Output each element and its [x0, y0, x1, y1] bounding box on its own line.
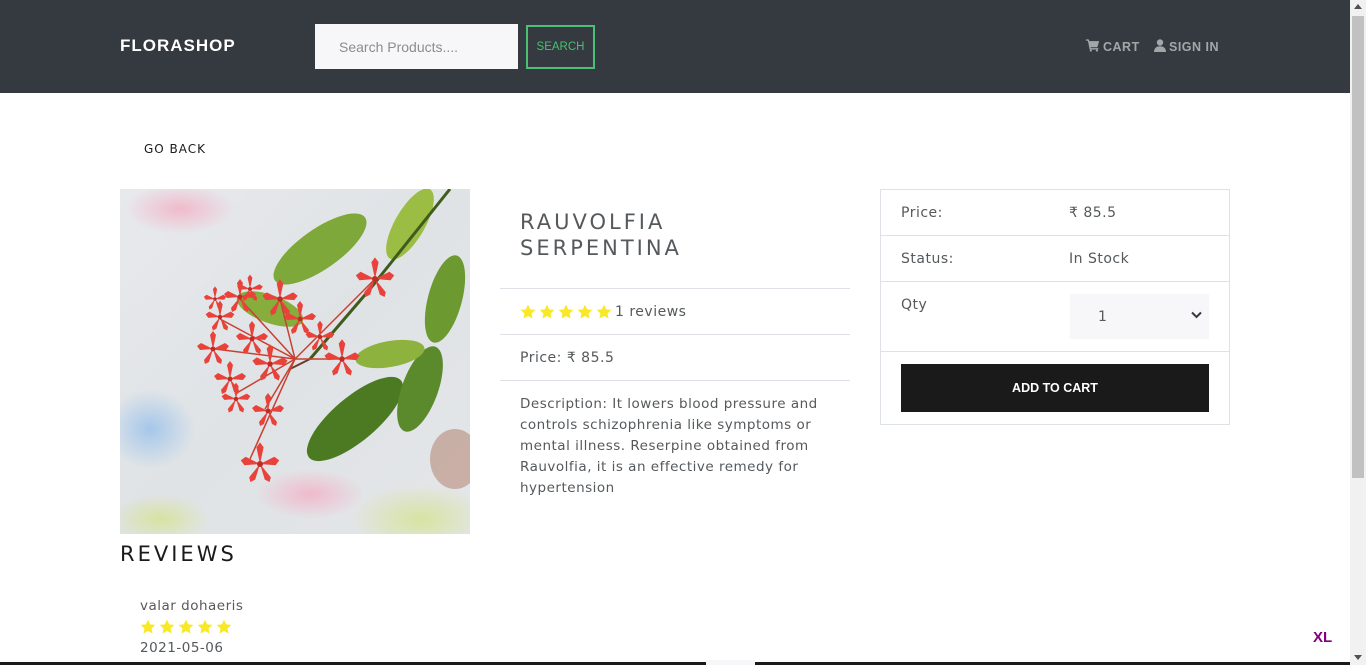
product-info: Rauvolfia Serpentina 1 reviews Price: ₹ … — [500, 189, 850, 512]
card-button-row: ADD TO CART — [881, 352, 1229, 424]
card-status-row: Status: In Stock — [881, 236, 1229, 282]
star-icon — [596, 304, 612, 319]
add-to-cart-button[interactable]: ADD TO CART — [901, 364, 1209, 412]
star-icon — [178, 619, 194, 634]
star-icon — [558, 304, 574, 319]
star-icon — [577, 304, 593, 319]
product-description: Description: It lowers blood pressure an… — [520, 396, 818, 496]
nav-cart-label: CART — [1103, 40, 1140, 54]
nav-cart-link[interactable]: CART — [1086, 39, 1140, 55]
scroll-down-arrow-icon[interactable] — [1354, 655, 1362, 660]
card-qty-label: Qty — [901, 297, 928, 313]
scrollbar-thumb[interactable] — [1352, 16, 1364, 478]
star-icon — [539, 304, 555, 319]
reviews-count: 1 reviews — [615, 303, 687, 320]
card-price-label: Price: — [901, 204, 943, 221]
breakpoint-badge: XL — [1313, 629, 1333, 646]
card-price-row: Price: ₹ 85.5 — [881, 190, 1229, 236]
card-qty-row: Qty 1 — [881, 282, 1229, 352]
user-icon — [1154, 39, 1166, 55]
star-icon — [197, 619, 213, 634]
product-rating-stars — [520, 304, 612, 320]
card-status-value: In Stock — [1069, 250, 1130, 267]
nav-signin-label: SIGN IN — [1169, 40, 1220, 54]
product-rating-row: 1 reviews — [500, 289, 850, 335]
qty-select[interactable]: 1 — [1070, 294, 1209, 339]
star-icon — [520, 304, 536, 319]
star-icon — [216, 619, 232, 634]
product-title: Rauvolfia Serpentina — [500, 189, 850, 289]
qty-selected-value: 1 — [1098, 308, 1108, 325]
reviews-heading: REVIEWS — [120, 542, 237, 566]
purchase-card: Price: ₹ 85.5 Status: In Stock Qty 1 ADD… — [880, 189, 1230, 425]
card-status-label: Status: — [901, 250, 954, 267]
product-image — [120, 189, 470, 534]
search-button[interactable]: SEARCH — [526, 25, 595, 69]
review-date: 2021-05-06 — [140, 640, 224, 656]
card-price-value: ₹ 85.5 — [1069, 204, 1117, 221]
search-input[interactable] — [315, 24, 518, 69]
review-rating-stars — [140, 619, 232, 635]
cart-icon — [1086, 39, 1100, 55]
go-back-button[interactable]: GO BACK — [144, 142, 206, 156]
chevron-down-icon — [1191, 311, 1202, 319]
scroll-up-arrow-icon[interactable] — [1354, 4, 1362, 9]
product-price: Price: ₹ 85.5 — [500, 335, 850, 381]
brand-logo[interactable]: FLORASHOP — [120, 36, 236, 56]
star-icon — [140, 619, 156, 634]
navbar: FLORASHOP SEARCH CART SIGN IN — [0, 0, 1350, 93]
nav-signin-link[interactable]: SIGN IN — [1154, 39, 1219, 55]
review-author: valar dohaeris — [140, 598, 244, 614]
bottom-edge-mark — [706, 660, 755, 665]
star-icon — [159, 619, 175, 634]
